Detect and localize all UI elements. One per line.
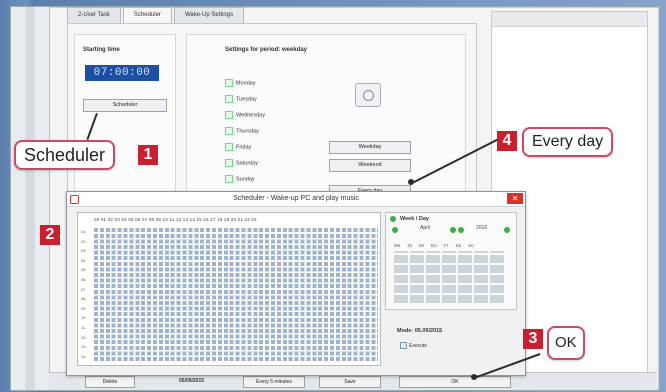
day-checkbox-wednesday[interactable]: Wednesday [225,111,265,119]
calendar-title: Week / Day [400,216,429,222]
day-checkbox-saturday[interactable]: Saturday [225,159,258,167]
hour-header: 00 01 02 03 04 05 06 07 08 09 10 11 12 1… [94,217,257,222]
day-checkbox-friday[interactable]: Friday [225,143,251,151]
day-checkbox-thursday[interactable]: Thursday [225,127,259,135]
scheduler-button[interactable]: Scheduler [83,99,167,112]
connector-dot-4 [408,179,414,185]
calendar-icon [390,216,396,222]
tab-wakeup-settings[interactable]: Wake-Up Settings [173,7,245,23]
next-month-icon[interactable] [450,227,456,233]
scheduler-dialog: Scheduler - Wake-up PC and play music ✕ … [66,191,526,376]
dialog-title: Scheduler - Wake-up PC and play music [233,195,359,202]
callout-scheduler: Scheduler [14,140,116,170]
callout-ok: OK [547,326,585,360]
left-sidebar [11,7,50,390]
callout-number-1: 1 [138,145,158,165]
weekend-button[interactable]: Weekend [329,159,411,172]
schedule-clock-icon [355,83,381,107]
callout-number-3: 3 [523,329,543,349]
bottom-date-text: 05/09/2015 [179,378,205,384]
hour-grid-box: 00 01 02 03 04 05 06 07 08 09 10 11 12 1… [77,212,381,366]
dialog-titlebar: Scheduler - Wake-up PC and play music ✕ [67,192,525,207]
callout-number-4: 4 [497,131,517,151]
calendar-weekdays: Mo Di Mi Do Fr Sa So [394,243,474,248]
calendar-month: April [420,225,431,231]
weekday-button[interactable]: Weekday [329,141,411,154]
ok-button[interactable]: OK [399,376,511,388]
prev-year-icon[interactable] [458,227,464,233]
schedule-cell-grid[interactable] [94,227,378,361]
prev-month-icon[interactable] [392,227,398,233]
execute-checkbox[interactable]: Execute [400,342,427,349]
save-button[interactable]: Save [319,376,381,388]
row-labels: 01 02 03 04 05 06 07 08 09 10 11 12 13 1… [81,229,86,359]
starting-time-group: Starting time 07:00:00 Scheduler [74,34,176,194]
period-settings-group: Settings for period: weekday Monday Tues… [186,34,466,198]
tab-user-task[interactable]: 2-User Task [67,7,121,23]
connector-dot-3 [471,374,477,380]
starting-time-label: Starting time [83,47,120,53]
callout-number-2: 2 [40,225,60,245]
settings-title: Settings for period: weekday [225,47,308,53]
scheduler-panel: Starting time 07:00:00 Scheduler Setting… [67,23,477,203]
interval-dropdown[interactable]: Every 5 minutes [243,376,305,388]
starting-time-field[interactable]: 07:00:00 [85,65,159,81]
calendar-day-grid[interactable] [394,251,506,303]
tab-scheduler[interactable]: Scheduler [122,7,172,23]
week-day-calendar: Week / Day April 2016 Mo Di Mi Do Fr Sa … [385,212,517,310]
day-checkbox-tuesday[interactable]: Tuesday [225,95,257,103]
callout-everyday: Every day [522,127,614,157]
day-checkbox-sunday[interactable]: Sunday [225,175,255,183]
delete-button[interactable]: Delete [85,376,135,388]
day-checkbox-monday[interactable]: Monday [225,79,256,87]
mode-label: Mode: 05.09/2015 [397,328,443,334]
close-icon[interactable]: ✕ [507,193,523,204]
tab-bar: 2-User Task Scheduler Wake-Up Settings [67,7,245,23]
calendar-year: 2016 [476,225,488,231]
next-year-icon[interactable] [504,227,510,233]
